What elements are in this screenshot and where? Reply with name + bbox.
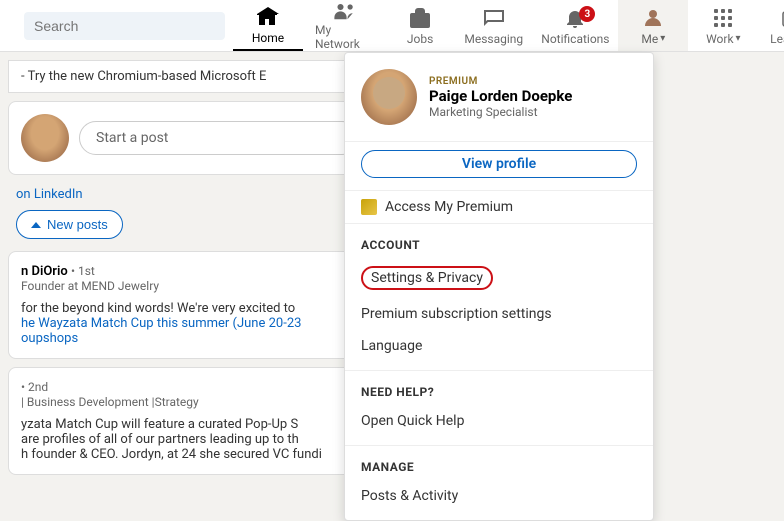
post-card-2: • 2nd | Business Development |Strategy y… (8, 367, 372, 475)
posts-activity-item[interactable]: Posts & Activity (345, 480, 653, 512)
help-section: NEED HELP? Open Quick Help (345, 371, 653, 445)
quick-help-label: Open Quick Help (361, 413, 464, 429)
new-posts-label: New posts (47, 217, 108, 232)
me-dropdown: PREMIUM Paige Lorden Doepke Marketing Sp… (344, 52, 654, 521)
premium-label: PREMIUM (429, 76, 637, 87)
manage-section-title: MANAGE (345, 454, 653, 480)
post1-title: Founder at MEND Jewelry (21, 279, 359, 293)
posts-activity-label: Posts & Activity (361, 488, 458, 504)
network-icon (332, 0, 356, 21)
new-posts-button[interactable]: New posts (16, 210, 123, 239)
dropdown-avatar (361, 69, 417, 125)
composer-avatar (21, 114, 69, 162)
dropdown-user-title: Marketing Specialist (429, 105, 637, 119)
post-composer-top: Start a post (21, 114, 359, 162)
account-section: ACCOUNT Settings & Privacy Premium subsc… (345, 224, 653, 370)
settings-privacy-label: Settings & Privacy (361, 266, 493, 290)
chromium-banner[interactable]: - Try the new Chromium-based Microsoft E (8, 60, 372, 93)
post1-name: n DiOrio • 1st (21, 264, 359, 279)
work-grid-icon (711, 6, 735, 30)
feed-area: - Try the new Chromium-based Microsoft E… (0, 52, 380, 503)
nav-label-notifications: Notifications (541, 32, 609, 46)
top-navigation: in Home My Network Jobs (0, 0, 784, 52)
nav-item-notifications[interactable]: 3 Notifications (532, 0, 618, 51)
quick-help-item[interactable]: Open Quick Help (345, 405, 653, 437)
view-profile-button[interactable]: View profile (361, 150, 637, 178)
dropdown-user-name: Paige Lorden Doepke (429, 87, 637, 105)
dropdown-user-info: PREMIUM Paige Lorden Doepke Marketing Sp… (429, 76, 637, 119)
banner-text: - Try the new Chromium-based Microsoft E (21, 69, 266, 84)
nav-item-messaging[interactable]: Messaging (455, 0, 532, 51)
linkedin-promo[interactable]: on LinkedIn (16, 187, 83, 202)
jobs-icon (408, 6, 432, 30)
dropdown-profile-section: PREMIUM Paige Lorden Doepke Marketing Sp… (345, 53, 653, 142)
nav-label-network: My Network (315, 23, 373, 51)
access-premium-label: Access My Premium (385, 199, 513, 215)
nav-label-me: Me ▾ (641, 32, 665, 46)
language-item[interactable]: Language (345, 330, 653, 362)
post2-text: yzata Match Cup will feature a curated P… (21, 417, 359, 462)
nav-item-learning[interactable]: Learning (758, 0, 784, 51)
avatar-face (361, 69, 417, 125)
settings-privacy-item[interactable]: Settings & Privacy (345, 258, 653, 298)
nav-item-jobs[interactable]: Jobs (385, 0, 455, 51)
help-section-title: NEED HELP? (345, 379, 653, 405)
account-section-title: ACCOUNT (345, 232, 653, 258)
manage-section: MANAGE Posts & Activity (345, 446, 653, 520)
nav-label-messaging: Messaging (464, 32, 523, 46)
nav-item-home[interactable]: Home (233, 0, 303, 51)
premium-gold-icon (361, 199, 377, 215)
nav-item-network[interactable]: My Network (303, 0, 385, 51)
post1-link[interactable]: he Wayzata Match Cup this summer (June 2… (21, 316, 301, 331)
nav-label-home: Home (252, 31, 284, 45)
nav-label-work: Work ▾ (706, 32, 741, 46)
post1-text: for the beyond kind words! We're very ex… (21, 301, 359, 346)
language-label: Language (361, 338, 422, 354)
nav-item-work[interactable]: Work ▾ (688, 0, 758, 51)
post-composer: Start a post (8, 101, 372, 175)
nav-item-me[interactable]: Me ▾ (618, 0, 688, 51)
home-icon (256, 5, 280, 29)
nav-label-learning: Learning (770, 32, 784, 46)
premium-subscription-item[interactable]: Premium subscription settings (345, 298, 653, 330)
nav-label-jobs: Jobs (407, 32, 433, 46)
post1-link2[interactable]: oupshops (21, 331, 78, 346)
up-arrow-icon (31, 222, 41, 228)
access-premium-item[interactable]: Access My Premium (345, 191, 653, 223)
me-avatar-icon (641, 6, 665, 30)
post2-info: • 2nd | Business Development |Strategy (21, 380, 359, 409)
post-card-1: n DiOrio • 1st Founder at MEND Jewelry f… (8, 251, 372, 359)
search-input[interactable] (24, 12, 225, 40)
premium-subscription-label: Premium subscription settings (361, 306, 552, 322)
post-input[interactable]: Start a post (79, 121, 359, 155)
nav-items: Home My Network Jobs Messaging (233, 0, 784, 51)
notification-badge: 3 (579, 6, 595, 22)
messaging-icon (482, 6, 506, 30)
